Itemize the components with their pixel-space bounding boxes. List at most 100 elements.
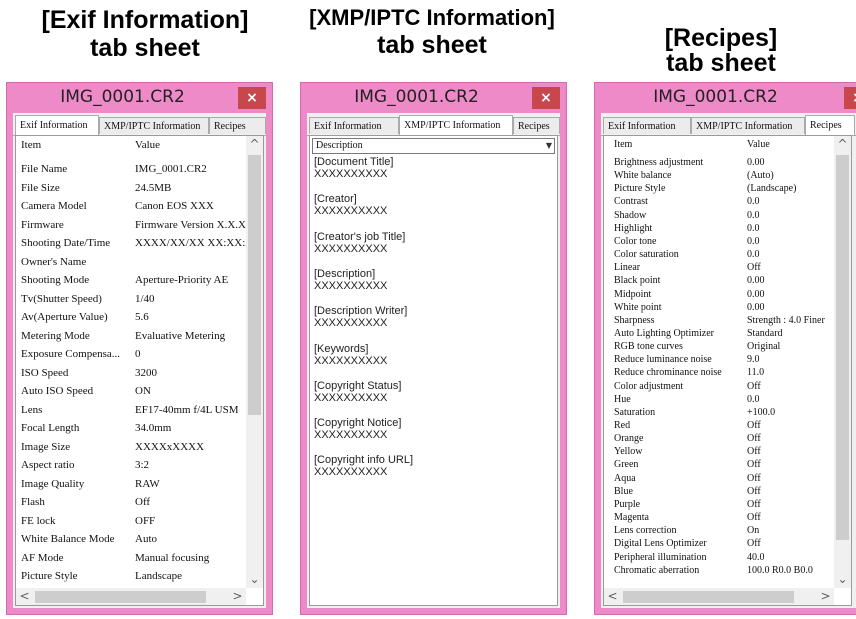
row-item: RGB tone curves bbox=[614, 341, 683, 353]
scroll-up-arrow[interactable]: ^ bbox=[834, 136, 851, 153]
xmp-heading-line2: tab sheet bbox=[377, 30, 487, 59]
row-item: Shadow bbox=[614, 209, 647, 221]
xmp-field-label: [Copyright Status] bbox=[314, 379, 402, 392]
scroll-thumb[interactable] bbox=[248, 155, 261, 415]
row-item: Shooting Date/Time bbox=[21, 237, 111, 249]
scroll-right-arrow[interactable]: > bbox=[229, 588, 246, 605]
horizontal-scroll-thumb[interactable] bbox=[35, 591, 206, 603]
xmp-field-value: XXXXXXXXXX bbox=[314, 317, 388, 330]
row-item: Firmware bbox=[21, 218, 64, 231]
vertical-scrollbar[interactable]: ^ ⌄ bbox=[834, 136, 851, 588]
row-item: Yellow bbox=[614, 446, 643, 458]
row-item: Purple bbox=[614, 498, 641, 510]
row-value: Off bbox=[747, 485, 761, 497]
horizontal-scrollbar[interactable]: < > bbox=[16, 588, 246, 605]
row-item: FE lock bbox=[21, 514, 56, 527]
row-value: Off bbox=[747, 446, 761, 458]
row-value: Off bbox=[747, 433, 761, 445]
row-value: XXXX/XX/XX XX:XX:XX bbox=[135, 237, 253, 249]
row-value: 0 bbox=[135, 348, 141, 360]
row-item: Lens bbox=[21, 403, 43, 416]
column-header-value[interactable]: Value bbox=[135, 139, 245, 151]
row-value: (Landscape) bbox=[747, 183, 797, 195]
xmp-field-label: [Description Writer] bbox=[314, 305, 408, 318]
row-item: Image Size bbox=[21, 440, 71, 453]
column-header-value[interactable]: Value bbox=[747, 139, 837, 150]
tab-xmp-iptc-information[interactable]: XMP/IPTC Information bbox=[691, 117, 805, 134]
row-item: Sharpness bbox=[614, 314, 655, 326]
row-value: Off bbox=[747, 538, 761, 550]
title-bar[interactable]: IMG_0001.CR2 × bbox=[7, 83, 272, 113]
window-title: IMG_0001.CR2 bbox=[60, 87, 185, 107]
row-value: XXXXxXXXX bbox=[135, 440, 205, 453]
window-client: Exif Information XMP/IPTC Information Re… bbox=[307, 113, 560, 608]
scroll-left-arrow[interactable]: < bbox=[604, 588, 621, 605]
tab-xmp-iptc-information[interactable]: XMP/IPTC Information bbox=[399, 115, 513, 135]
column-header-item[interactable]: Item bbox=[21, 139, 131, 151]
scroll-down-arrow[interactable]: ⌄ bbox=[834, 571, 851, 588]
xmp-heading: [XMP/IPTC Information] tab sheet bbox=[291, 5, 573, 59]
close-button[interactable]: × bbox=[844, 87, 856, 109]
row-value: 1/40 bbox=[135, 292, 155, 305]
row-item: Saturation bbox=[614, 406, 656, 418]
row-value: +100.0 bbox=[747, 406, 776, 418]
column-header-item[interactable]: Item bbox=[614, 139, 734, 150]
row-item: Red bbox=[614, 420, 631, 431]
tab-exif-information[interactable]: Exif Information bbox=[309, 117, 399, 134]
row-item: Av(Aperture Value) bbox=[21, 311, 108, 323]
horizontal-scrollbar[interactable]: < > bbox=[604, 588, 834, 605]
row-value: 5.6 bbox=[135, 311, 149, 323]
scroll-left-arrow[interactable]: < bbox=[16, 588, 33, 605]
horizontal-scroll-thumb[interactable] bbox=[623, 591, 794, 603]
tab-strip: Exif Information XMP/IPTC Information Re… bbox=[13, 115, 266, 136]
tab-recipes[interactable]: Recipes bbox=[513, 117, 560, 134]
row-value: 100.0 R0.0 B0.0 bbox=[747, 564, 813, 576]
row-value: Firmware Version X.X.X bbox=[135, 218, 247, 231]
title-bar[interactable]: IMG_0001.CR2 × bbox=[595, 83, 856, 113]
scroll-up-arrow[interactable]: ^ bbox=[246, 136, 263, 153]
tab-xmp-iptc-information[interactable]: XMP/IPTC Information bbox=[99, 117, 209, 134]
row-item: File Size bbox=[21, 181, 60, 194]
row-value: 0.0 bbox=[747, 209, 760, 221]
row-value: 11.0 bbox=[747, 367, 765, 379]
chevron-down-icon: ▼ bbox=[545, 141, 552, 150]
row-value: Evaluative Metering bbox=[135, 329, 226, 342]
close-button[interactable]: × bbox=[532, 87, 560, 109]
vertical-scrollbar[interactable]: ^ ⌄ bbox=[246, 136, 263, 588]
close-button[interactable]: × bbox=[238, 87, 266, 109]
title-bar[interactable]: IMG_0001.CR2 × bbox=[301, 83, 566, 113]
row-value: Off bbox=[747, 472, 761, 484]
xmp-category-dropdown[interactable]: Description ▼ bbox=[312, 138, 555, 154]
tab-exif-information[interactable]: Exif Information bbox=[603, 117, 691, 134]
scroll-right-arrow[interactable]: > bbox=[817, 588, 834, 605]
row-value: Off bbox=[747, 262, 761, 274]
xmp-field-label: [Document Title] bbox=[314, 156, 394, 168]
row-item: Green bbox=[614, 459, 639, 471]
tab-recipes[interactable]: Recipes bbox=[805, 115, 855, 135]
row-value: 34.0mm bbox=[135, 422, 172, 434]
row-value: 40.0 bbox=[747, 551, 765, 563]
row-value: 9.0 bbox=[747, 354, 760, 366]
row-value: 3:2 bbox=[135, 459, 150, 471]
tab-exif-information[interactable]: Exif Information bbox=[15, 115, 99, 135]
row-value: IMG_0001.CR2 bbox=[135, 163, 207, 175]
xmp-field-label: [Copyright Notice] bbox=[314, 417, 402, 430]
row-item: Peripheral illumination bbox=[614, 551, 707, 563]
scroll-thumb[interactable] bbox=[836, 155, 849, 540]
row-value: Strength : 4.0 Finer bbox=[747, 314, 825, 326]
row-value: Off bbox=[747, 512, 761, 524]
xmp-field-value: XXXXXXXXXX bbox=[314, 466, 388, 479]
tab-recipes[interactable]: Recipes bbox=[209, 117, 266, 134]
xmp-panel: Description ▼ [Document Title] XXXXXXXXXX… bbox=[309, 135, 558, 606]
row-value: 3200 bbox=[135, 366, 157, 379]
row-value: Canon EOS XXX bbox=[135, 200, 214, 212]
row-value: Aperture-Priority AE bbox=[135, 274, 229, 286]
exif-window: IMG_0001.CR2 × Exif Information XMP/IPTC… bbox=[6, 82, 273, 615]
row-value: 0.00 bbox=[747, 288, 765, 300]
row-item: Blue bbox=[614, 485, 633, 497]
row-item: Camera Model bbox=[21, 200, 87, 212]
scroll-down-arrow[interactable]: ⌄ bbox=[246, 571, 263, 588]
xmp-field-value: XXXXXXXXXX bbox=[314, 168, 388, 180]
row-item: Focal Length bbox=[21, 422, 80, 434]
row-value: 0.00 bbox=[747, 301, 765, 313]
